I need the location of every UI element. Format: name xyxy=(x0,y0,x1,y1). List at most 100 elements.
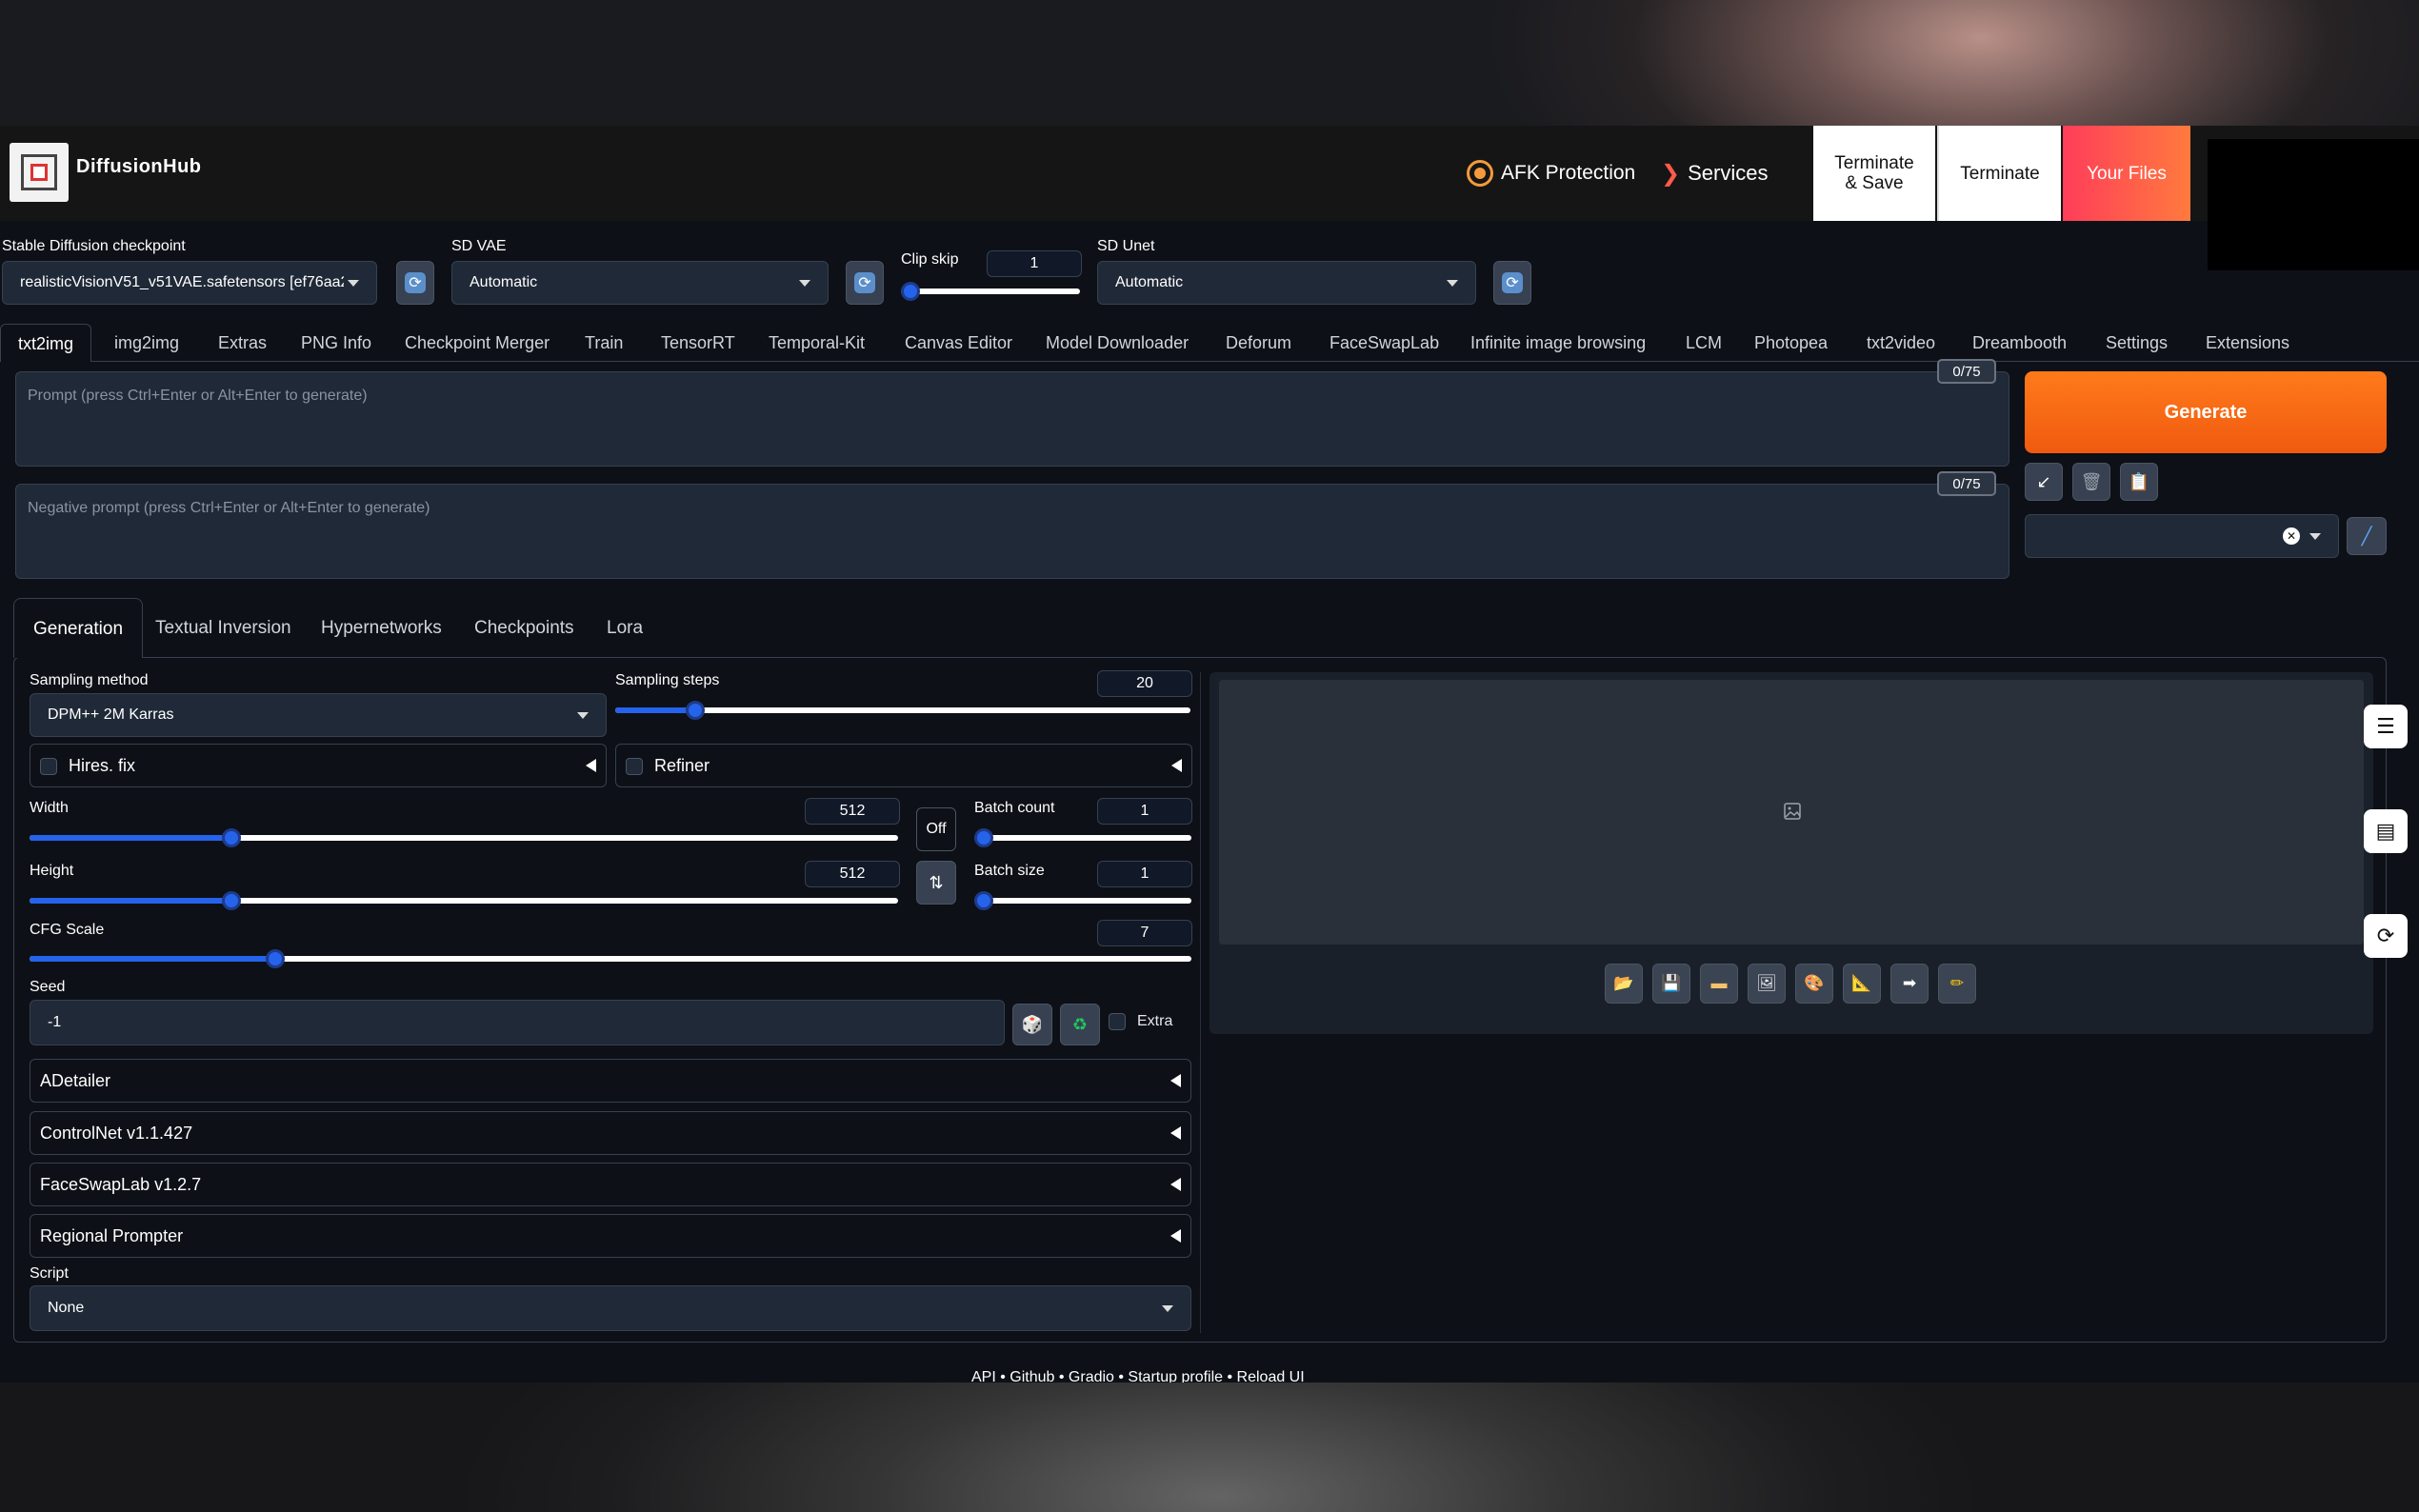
reuse-seed-button[interactable]: ♻ xyxy=(1060,1004,1100,1045)
batch-size-slider[interactable] xyxy=(974,891,1191,910)
sampling-steps-label: Sampling steps xyxy=(615,672,720,688)
cfg-scale-input[interactable]: 7 xyxy=(1097,920,1192,946)
hires-fix-accordion[interactable]: Hires. fix xyxy=(30,744,607,787)
paste-style-button[interactable]: 📋 xyxy=(2120,463,2158,501)
send-to-inpaint-button[interactable]: 🎨 xyxy=(1795,964,1833,1004)
tab-dreambooth[interactable]: Dreambooth xyxy=(1972,324,2067,362)
negative-prompt-input[interactable]: Negative prompt (press Ctrl+Enter or Alt… xyxy=(15,484,2009,579)
side-menu-button[interactable]: ☰ xyxy=(2364,705,2408,748)
refiner-accordion[interactable]: Refiner xyxy=(615,744,1192,787)
hires-fix-checkbox[interactable] xyxy=(40,757,57,775)
subtab-hypernetworks[interactable]: Hypernetworks xyxy=(321,598,442,659)
tab-temporal-kit[interactable]: Temporal-Kit xyxy=(769,324,865,362)
subtab-generation[interactable]: Generation xyxy=(13,598,144,658)
triangle-left-icon xyxy=(1170,1126,1181,1140)
extra-checkbox[interactable] xyxy=(1109,1013,1126,1030)
tab-extensions[interactable]: Extensions xyxy=(2206,324,2289,362)
prompt-input[interactable]: Prompt (press Ctrl+Enter or Alt+Enter to… xyxy=(15,371,2009,467)
send-to-img2img-button[interactable]: 🖼 xyxy=(1748,964,1786,1004)
clear-icon[interactable]: ✕ xyxy=(2283,527,2300,545)
styles-select[interactable]: ✕ xyxy=(2025,514,2339,558)
tab-canvas-editor[interactable]: Canvas Editor xyxy=(905,324,1012,362)
tab-checkpoint-merger[interactable]: Checkpoint Merger xyxy=(405,324,550,362)
width-slider[interactable] xyxy=(30,828,898,847)
your-files-button[interactable]: Your Files xyxy=(2063,126,2190,221)
sampling-method-value: DPM++ 2M Karras xyxy=(48,706,174,723)
dice-icon: 🎲 xyxy=(1021,1014,1044,1034)
height-input[interactable]: 512 xyxy=(805,861,900,887)
terminate-button[interactable]: Terminate xyxy=(1937,126,2061,221)
batch-count-input[interactable]: 1 xyxy=(1097,798,1192,825)
subtab-lora[interactable]: Lora xyxy=(607,598,643,659)
script-value: None xyxy=(48,1300,85,1316)
caret-down-icon xyxy=(2309,532,2321,540)
aspect-lock-button[interactable]: Off xyxy=(916,807,956,851)
width-input[interactable]: 512 xyxy=(805,798,900,825)
tab-infinite-image-browsing[interactable]: Infinite image browsing xyxy=(1470,324,1646,362)
edit-styles-button[interactable]: ╱ xyxy=(2347,517,2387,555)
zip-button[interactable]: ▬ xyxy=(1700,964,1738,1004)
tab-img2img[interactable]: img2img xyxy=(114,324,179,362)
clear-prompt-button[interactable]: 🗑 xyxy=(2072,463,2110,501)
unet-value: Automatic xyxy=(1115,274,1184,290)
faceswaplab-accordion[interactable]: FaceSwapLab v1.2.7 xyxy=(30,1163,1191,1206)
tab-settings[interactable]: Settings xyxy=(2106,324,2168,362)
tab-train[interactable]: Train xyxy=(585,324,623,362)
refresh-checkpoint-button[interactable]: ⟳ xyxy=(396,261,434,305)
tab-faceswaplab[interactable]: FaceSwapLab xyxy=(1329,324,1439,362)
tab-extras[interactable]: Extras xyxy=(218,324,267,362)
tab-png-info[interactable]: PNG Info xyxy=(301,324,371,362)
image-icon: 🖼 xyxy=(1756,974,1777,992)
extra-toggle[interactable]: Extra xyxy=(1109,1013,1172,1030)
sampling-steps-slider[interactable] xyxy=(615,701,1190,720)
refiner-checkbox[interactable] xyxy=(626,757,643,775)
script-select[interactable]: None xyxy=(30,1285,1191,1331)
vae-value: Automatic xyxy=(470,274,538,290)
save-button[interactable]: 💾 xyxy=(1652,964,1690,1004)
batch-count-slider[interactable] xyxy=(974,828,1191,847)
services-menu[interactable]: ❯ Services xyxy=(1661,154,1768,192)
tab-photopea[interactable]: Photopea xyxy=(1754,324,1828,362)
adetailer-accordion[interactable]: ADetailer xyxy=(30,1059,1191,1103)
cfg-scale-slider[interactable] xyxy=(30,949,1191,968)
random-seed-button[interactable]: 🎲 xyxy=(1012,1004,1052,1045)
read-params-button[interactable]: ↙ xyxy=(2025,463,2063,501)
tab-txt2img[interactable]: txt2img xyxy=(0,324,92,362)
tab-tensorrt[interactable]: TensorRT xyxy=(661,324,735,362)
edit-image-button[interactable]: ✏ xyxy=(1938,964,1976,1004)
subtab-checkpoints[interactable]: Checkpoints xyxy=(474,598,574,659)
clip-skip-slider[interactable] xyxy=(901,282,1080,301)
tab-txt2video[interactable]: txt2video xyxy=(1867,324,1935,362)
generate-button[interactable]: Generate xyxy=(2025,371,2387,453)
arrow-in-icon: ↙ xyxy=(2036,471,2051,491)
refresh-vae-button[interactable]: ⟳ xyxy=(846,261,884,305)
clip-skip-input[interactable]: 1 xyxy=(987,250,1082,277)
afk-label: AFK Protection xyxy=(1501,162,1636,184)
unet-select[interactable]: Automatic xyxy=(1097,261,1476,305)
chevron-down-icon: ❯ xyxy=(1661,160,1681,187)
subtab-textual-inversion[interactable]: Textual Inversion xyxy=(155,598,291,659)
checkpoint-select[interactable]: realisticVisionV51_v51VAE.safetensors [e… xyxy=(2,261,377,305)
tab-model-downloader[interactable]: Model Downloader xyxy=(1046,324,1189,362)
footer: API • Github • Gradio • Startup profile … xyxy=(0,1352,2419,1383)
send-to-controlnet-button[interactable]: ➡ xyxy=(1890,964,1929,1004)
tab-deforum[interactable]: Deforum xyxy=(1226,324,1291,362)
side-reload-button[interactable]: ⟳ xyxy=(2364,914,2408,958)
tab-lcm[interactable]: LCM xyxy=(1686,324,1722,362)
afk-protection-toggle[interactable]: AFK Protection xyxy=(1467,154,1635,192)
send-to-extras-button[interactable]: 📐 xyxy=(1843,964,1881,1004)
controlnet-accordion[interactable]: ControlNet v1.1.427 xyxy=(30,1111,1191,1155)
seed-input[interactable]: -1 xyxy=(30,1000,1005,1045)
vae-select[interactable]: Automatic xyxy=(451,261,829,305)
side-document-button[interactable]: ▤ xyxy=(2364,809,2408,853)
swap-dimensions-button[interactable]: ⇅ xyxy=(916,861,956,905)
height-slider[interactable] xyxy=(30,891,898,910)
regional-prompter-accordion[interactable]: Regional Prompter xyxy=(30,1214,1191,1258)
footer-links[interactable]: API • Github • Gradio • Startup profile … xyxy=(971,1369,1305,1383)
sampling-steps-input[interactable]: 20 xyxy=(1097,670,1192,697)
terminate-save-button[interactable]: Terminate & Save xyxy=(1813,126,1935,221)
refresh-unet-button[interactable]: ⟳ xyxy=(1493,261,1531,305)
open-folder-button[interactable]: 📂 xyxy=(1605,964,1643,1004)
batch-size-input[interactable]: 1 xyxy=(1097,861,1192,887)
sampling-method-select[interactable]: DPM++ 2M Karras xyxy=(30,693,607,737)
